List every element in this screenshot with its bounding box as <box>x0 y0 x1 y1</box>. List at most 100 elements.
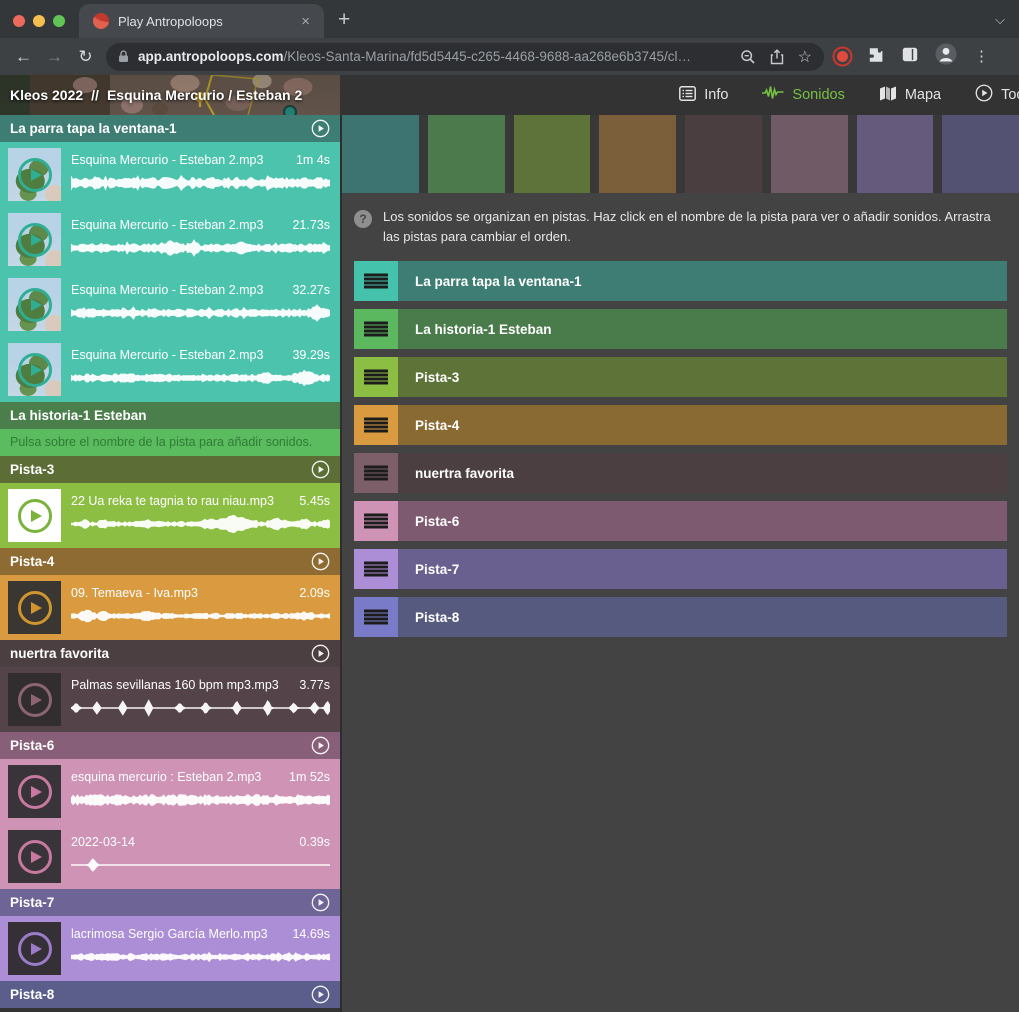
back-button[interactable]: ← <box>8 47 39 67</box>
share-icon[interactable] <box>770 49 784 65</box>
sound-clip[interactable]: Esquina Mercurio - Esteban 2.mp321.73s <box>0 207 340 272</box>
clip-thumbnail[interactable] <box>8 278 61 331</box>
clip-play-button[interactable] <box>18 223 52 257</box>
track-row[interactable]: La parra tapa la ventana-1 <box>354 261 1007 301</box>
track-row[interactable]: Pista-7 <box>354 549 1007 589</box>
play-track-icon[interactable] <box>311 119 330 138</box>
track-section-header[interactable]: Pista-6 <box>0 732 340 759</box>
sound-clip[interactable]: Esquina Mercurio - Esteban 2.mp31m 4s <box>0 142 340 207</box>
track-color-swatch[interactable] <box>514 115 591 193</box>
track-row[interactable]: Pista-6 <box>354 501 1007 541</box>
sound-clip[interactable]: 22 Ua reka te tagnia to rau niau.mp35.45… <box>0 483 340 548</box>
clip-play-button[interactable] <box>18 158 52 192</box>
waveform-image[interactable] <box>71 695 330 721</box>
clip-thumbnail[interactable] <box>8 213 61 266</box>
clip-play-button[interactable] <box>18 591 52 625</box>
bookmark-star-icon[interactable]: ☆ <box>798 47 812 67</box>
browser-menu-kebab-icon[interactable]: ⋮ <box>974 54 980 59</box>
play-track-icon[interactable] <box>311 893 330 912</box>
track-section-header[interactable]: Pista-4 <box>0 548 340 575</box>
track-drag-handle[interactable] <box>354 309 398 349</box>
extensions-puzzle-icon[interactable] <box>868 46 885 68</box>
browser-profile-avatar[interactable] <box>935 43 957 70</box>
track-row-bar[interactable]: Pista-6 <box>398 501 1007 541</box>
sound-clip[interactable]: Esquina Mercurio - Esteban 2.mp339.29s <box>0 337 340 402</box>
track-color-swatch[interactable] <box>428 115 505 193</box>
play-track-icon[interactable] <box>311 552 330 571</box>
waveform-image[interactable] <box>71 300 330 326</box>
reload-button[interactable]: ↻ <box>70 47 101 67</box>
track-section-header[interactable]: Pista-3 <box>0 456 340 483</box>
track-drag-handle[interactable] <box>354 357 398 397</box>
track-row-bar[interactable]: nuertra favorita <box>398 453 1007 493</box>
recording-indicator-icon[interactable] <box>837 51 848 62</box>
lock-icon[interactable] <box>118 50 129 63</box>
tab-close-icon[interactable]: × <box>297 12 314 31</box>
waveform-image[interactable] <box>71 235 330 261</box>
track-row[interactable]: Pista-8 <box>354 597 1007 637</box>
track-row-bar[interactable]: La historia-1 Esteban <box>398 309 1007 349</box>
track-drag-handle[interactable] <box>354 597 398 637</box>
sound-clip[interactable]: Esquina Mercurio - Esteban 2.mp332.27s <box>0 272 340 337</box>
track-drag-handle[interactable] <box>354 549 398 589</box>
minimize-window-button[interactable] <box>33 15 45 27</box>
clip-play-button[interactable] <box>18 840 52 874</box>
play-track-icon[interactable] <box>311 736 330 755</box>
waveform-image[interactable] <box>71 944 330 970</box>
side-panel-icon[interactable] <box>902 47 918 67</box>
zoom-out-icon[interactable] <box>740 49 756 65</box>
track-color-swatch[interactable] <box>942 115 1019 193</box>
clip-play-button[interactable] <box>18 775 52 809</box>
track-section-header[interactable]: La historia-1 Esteban <box>0 402 340 429</box>
sound-clip[interactable]: lacrimosa Sergio García Merlo.mp314.69s <box>0 916 340 981</box>
sound-clip[interactable]: Palmas sevillanas 160 bpm mp3.mp33.77s <box>0 667 340 732</box>
track-row-bar[interactable]: La parra tapa la ventana-1 <box>398 261 1007 301</box>
waveform-image[interactable] <box>71 365 330 391</box>
track-row[interactable]: nuertra favorita <box>354 453 1007 493</box>
track-color-swatch[interactable] <box>857 115 934 193</box>
track-color-swatch[interactable] <box>685 115 762 193</box>
nav-item-tocar[interactable]: Tocar <box>958 75 1019 115</box>
new-tab-button[interactable]: + <box>324 9 350 38</box>
nav-item-mapa[interactable]: Mapa <box>862 75 958 115</box>
track-section-header[interactable]: nuertra favorita <box>0 640 340 667</box>
clip-play-button[interactable] <box>18 353 52 387</box>
tab-search-chevron-icon[interactable]: ⌵ <box>995 12 1005 28</box>
track-drag-handle[interactable] <box>354 501 398 541</box>
clip-play-button[interactable] <box>18 288 52 322</box>
clip-thumbnail[interactable] <box>8 673 61 726</box>
track-color-swatch[interactable] <box>342 115 419 193</box>
track-drag-handle[interactable] <box>354 405 398 445</box>
track-row[interactable]: Pista-3 <box>354 357 1007 397</box>
track-row-bar[interactable]: Pista-7 <box>398 549 1007 589</box>
play-track-icon[interactable] <box>311 985 330 1004</box>
zoom-window-button[interactable] <box>53 15 65 27</box>
clip-thumbnail[interactable] <box>8 765 61 818</box>
waveform-image[interactable] <box>71 511 330 537</box>
clip-thumbnail[interactable] <box>8 343 61 396</box>
sound-clip[interactable]: 2022-03-140.39s <box>0 824 340 889</box>
track-row[interactable]: La historia-1 Esteban <box>354 309 1007 349</box>
clip-play-button[interactable] <box>18 499 52 533</box>
breadcrumb-project[interactable]: Kleos 2022 <box>10 87 83 103</box>
track-row-bar[interactable]: Pista-4 <box>398 405 1007 445</box>
track-section-header[interactable]: Pista-7 <box>0 889 340 916</box>
track-drag-handle[interactable] <box>354 453 398 493</box>
track-row-bar[interactable]: Pista-8 <box>398 597 1007 637</box>
waveform-image[interactable] <box>71 787 330 813</box>
track-drag-handle[interactable] <box>354 261 398 301</box>
nav-item-info[interactable]: Info <box>662 75 745 115</box>
waveform-image[interactable] <box>71 603 330 629</box>
sound-clip[interactable]: esquina mercurio : Esteban 2.mp31m 52s <box>0 759 340 824</box>
browser-tab[interactable]: Play Antropoloops × <box>79 4 324 38</box>
track-color-swatch[interactable] <box>599 115 676 193</box>
clip-play-button[interactable] <box>18 932 52 966</box>
address-bar[interactable]: app.antropoloops.com/Kleos-Santa-Marina/… <box>106 43 824 71</box>
track-section-header[interactable]: La parra tapa la ventana-1 <box>0 115 340 142</box>
play-track-icon[interactable] <box>311 644 330 663</box>
waveform-image[interactable] <box>71 852 330 878</box>
play-track-icon[interactable] <box>311 460 330 479</box>
forward-button[interactable]: → <box>39 47 70 67</box>
clip-thumbnail[interactable] <box>8 830 61 883</box>
track-row-bar[interactable]: Pista-3 <box>398 357 1007 397</box>
